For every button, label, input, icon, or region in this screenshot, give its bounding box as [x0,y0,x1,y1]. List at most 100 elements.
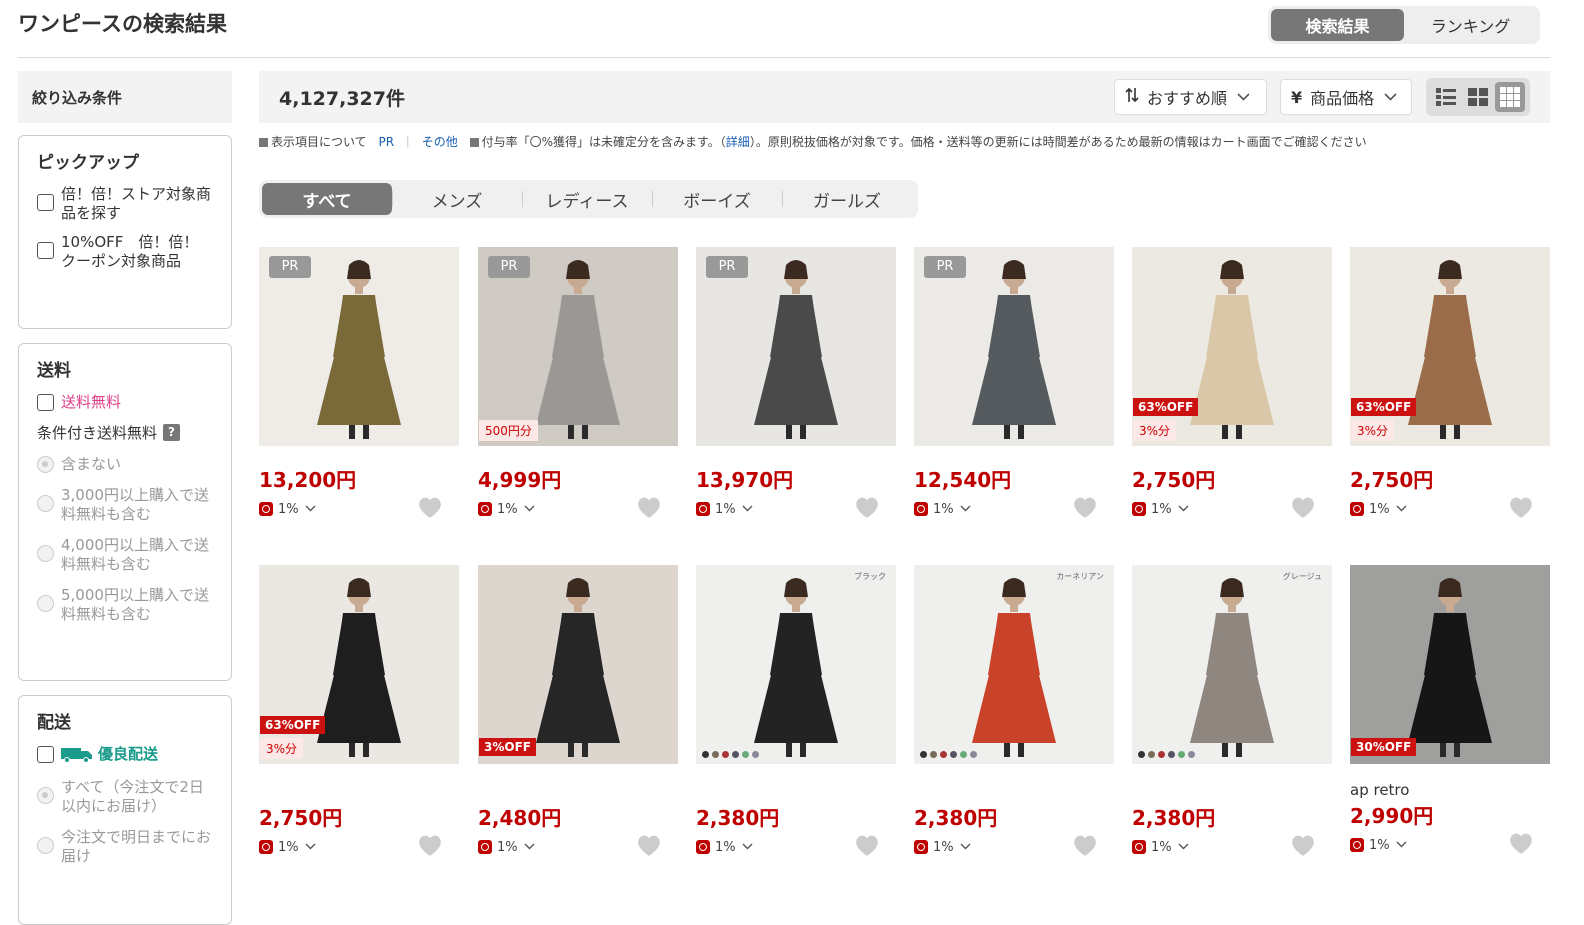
shop-name[interactable]: ap retro [1350,781,1550,800]
product-image[interactable]: 63%OFF 3%分 [259,565,459,764]
tab-ladies[interactable]: レディース [522,183,652,215]
favorite-heart-icon[interactable] [417,495,443,519]
tab-all[interactable]: すべて [262,183,392,215]
point-rate[interactable]: 1% [278,502,299,517]
chevron-down-icon[interactable] [1178,504,1189,515]
chevron-down-icon[interactable] [960,842,971,853]
shipping-radio-5000[interactable]: 5,000円以上購入で送料無料も含む [37,586,213,624]
favorite-heart-icon[interactable] [1290,495,1316,519]
favorite-heart-icon[interactable] [1072,495,1098,519]
chevron-down-icon[interactable] [305,504,316,515]
point-rate[interactable]: 1% [497,840,518,855]
tab-boys[interactable]: ボーイズ [652,183,782,215]
product-image[interactable]: グレージュ [1132,565,1332,764]
product-image[interactable]: 30%OFF [1350,565,1550,764]
product-image[interactable]: PR [259,247,459,446]
point-rate[interactable]: 1% [1369,838,1390,853]
shipping-radio-exclude[interactable]: 含まない [37,455,213,474]
chevron-down-icon[interactable] [1396,840,1407,851]
product-card[interactable]: 63%OFF 3%分 2,750円 1% [1350,247,1550,519]
favorite-heart-icon[interactable] [636,495,662,519]
detail-link[interactable]: 詳細 [726,135,750,149]
product-card[interactable]: 30%OFF ap retro 2,990円 1% [1350,565,1550,855]
radio[interactable] [37,456,54,473]
pickup-option-coupon[interactable]: 10%OFF 倍！倍！クーポン対象商品 [37,233,213,271]
product-image[interactable]: ブラック [696,565,896,764]
radio[interactable] [37,787,54,804]
point-rate[interactable]: 1% [278,840,299,855]
tab-girls[interactable]: ガールズ [782,183,912,215]
product-card[interactable]: PR 13,970円 1% [696,247,896,519]
delivery-radio-tomorrow[interactable]: 今注文で明日までにお届け [37,828,213,866]
product-card[interactable]: 63%OFF 3%分 2,750円 1% [259,565,459,857]
point-rate[interactable]: 1% [497,502,518,517]
point-rate[interactable]: 1% [715,502,736,517]
point-rate[interactable]: 1% [933,840,954,855]
chevron-down-icon[interactable] [305,842,316,853]
shipping-radio-4000[interactable]: 4,000円以上購入で送料無料も含む [37,536,213,574]
product-image[interactable]: 63%OFF 3%分 [1132,247,1332,446]
product-image[interactable]: カーネリアン [914,565,1114,764]
points-badge: 3%分 [1351,420,1395,441]
product-image[interactable]: PR [696,247,896,446]
grid-view-button[interactable] [1463,82,1493,112]
checkbox[interactable] [37,394,54,411]
pickup-option-double-store[interactable]: 倍！倍！ストア対象商品を探す [37,185,213,223]
radio[interactable] [37,837,54,854]
product-image[interactable]: PR [914,247,1114,446]
delivery-radio-all[interactable]: すべて（今注文で2日以内にお届け） [37,778,213,816]
chevron-down-icon[interactable] [524,504,535,515]
point-rate[interactable]: 1% [1151,502,1172,517]
checkbox[interactable] [37,242,54,259]
tab-mens[interactable]: メンズ [392,183,522,215]
product-card[interactable]: PR 13,200円 1% [259,247,459,519]
product-image[interactable]: 3%OFF [478,565,678,764]
chevron-down-icon[interactable] [960,504,971,515]
premium-delivery-option[interactable]: 優良配送 [37,745,213,768]
favorite-heart-icon[interactable] [636,833,662,857]
free-shipping-option[interactable]: 送料無料 [37,393,213,412]
chevron-down-icon[interactable] [1396,504,1407,515]
point-rate[interactable]: 1% [1369,502,1390,517]
product-image[interactable]: PR 500円分 [478,247,678,446]
color-swatch [722,751,729,758]
point-rate[interactable]: 1% [933,502,954,517]
product-card[interactable]: 3%OFF 2,480円 1% [478,565,678,857]
radio[interactable] [37,545,54,562]
other-link[interactable]: その他 [422,135,458,149]
shipping-radio-3000[interactable]: 3,000円以上購入で送料無料も含む [37,486,213,524]
product-price: 13,200円 [259,468,357,492]
favorite-heart-icon[interactable] [854,495,880,519]
product-card[interactable]: ブラック 2,380円 1% [696,565,896,857]
chevron-down-icon[interactable] [524,842,535,853]
product-card[interactable]: PR 500円分 4,999円 1% [478,247,678,519]
product-card[interactable]: カーネリアン 2,380円 1% [914,565,1114,857]
checkbox[interactable] [37,746,54,763]
product-card[interactable]: 63%OFF 3%分 2,750円 1% [1132,247,1332,519]
pr-link[interactable]: PR [378,135,394,149]
sort-select[interactable]: おすすめ順 [1114,79,1267,115]
point-rate[interactable]: 1% [715,840,736,855]
price-filter-select[interactable]: ¥ 商品価格 [1280,79,1412,115]
radio[interactable] [37,495,54,512]
product-card[interactable]: PR 12,540円 1% [914,247,1114,519]
help-icon[interactable]: ? [163,424,181,441]
point-rate[interactable]: 1% [1151,840,1172,855]
ranking-tab[interactable]: ランキング [1404,9,1537,41]
tile-view-button[interactable] [1495,82,1525,112]
radio[interactable] [37,595,54,612]
checkbox[interactable] [37,194,54,211]
chevron-down-icon[interactable] [1178,842,1189,853]
favorite-heart-icon[interactable] [854,833,880,857]
search-results-tab[interactable]: 検索結果 [1271,9,1404,41]
favorite-heart-icon[interactable] [1290,833,1316,857]
chevron-down-icon[interactable] [742,504,753,515]
product-image[interactable]: 63%OFF 3%分 [1350,247,1550,446]
chevron-down-icon[interactable] [742,842,753,853]
favorite-heart-icon[interactable] [1508,495,1534,519]
list-view-button[interactable] [1431,82,1461,112]
favorite-heart-icon[interactable] [417,833,443,857]
favorite-heart-icon[interactable] [1508,831,1534,855]
product-card[interactable]: グレージュ 2,380円 1% [1132,565,1332,857]
favorite-heart-icon[interactable] [1072,833,1098,857]
